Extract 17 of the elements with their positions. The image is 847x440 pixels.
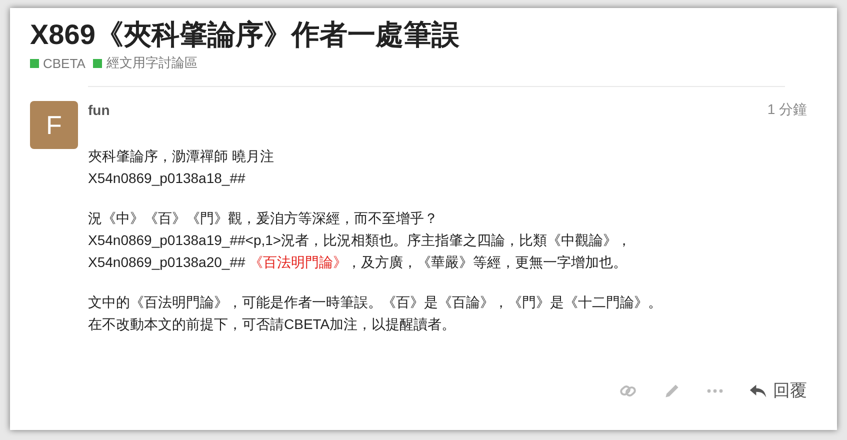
user-avatar[interactable]: F xyxy=(30,101,78,149)
post-text: 文中的《百法明門論》，可能是作者一時筆誤。《百》是《百論》，《門》是《十二門論》。 xyxy=(88,294,662,310)
post-text: 夾科肇論序，泐潭禪師 曉月注 xyxy=(88,148,274,164)
text-link[interactable]: 《百法明門論》 xyxy=(249,254,348,270)
more-icon xyxy=(707,388,723,392)
category-link[interactable]: CBETA xyxy=(30,54,86,72)
post-text: 況《中》《百》《門》觀，爰洎方等深經，而不至增乎？ xyxy=(88,210,438,226)
post-text: X54n0869_p0138a19_##<p,1>況者，比況相類也。序主指肇之四論，比類《中觀論》， xyxy=(88,232,632,248)
reply-button[interactable]: 回覆 xyxy=(743,375,807,406)
category-link[interactable]: 經文用字討論區 xyxy=(93,54,198,72)
post-text: X54n0869_p0138a18_## xyxy=(88,170,246,186)
post-time[interactable]: 1 分鐘 xyxy=(767,101,807,119)
post-text: X54n0869_p0138a20_## xyxy=(88,254,246,270)
topic-title[interactable]: X869《夾科肇論序》作者一處筆誤 xyxy=(30,18,817,52)
username[interactable]: fun xyxy=(88,102,110,118)
post-text: ，及方廣，《華嚴》等經，更無一字增加也。 xyxy=(347,254,628,270)
post-text: 在不改動本文的前提下，可否請CBETA加注，以提醒讀者。 xyxy=(88,316,456,332)
